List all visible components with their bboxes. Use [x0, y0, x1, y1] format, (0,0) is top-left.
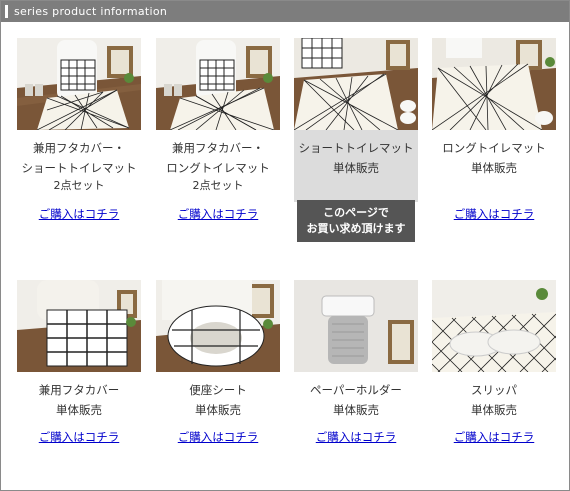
product-info: 兼用フタカバー・ ロングトイレマット 2点セット [156, 130, 280, 202]
long-toilet-mat-photo[interactable] [432, 38, 556, 130]
product-subtitle: 単体販売 [471, 161, 517, 175]
product-name: 兼用フタカバー・ [172, 141, 264, 155]
badge-line-2: お買い求め頂けます [306, 222, 406, 235]
available-on-this-page-badge: このページで お買い求め頂けます [297, 200, 415, 242]
product-subtitle: 単体販売 [333, 403, 379, 417]
purchase-link[interactable]: ご購入はコチラ [156, 429, 280, 445]
product-subtitle: ロングトイレマット [166, 161, 270, 175]
purchase-link[interactable]: ご購入はコチラ [156, 206, 280, 222]
toilet-lid-cover-short-mat-photo[interactable] [17, 38, 141, 130]
purchase-link[interactable]: ご購入はコチラ [294, 429, 418, 445]
product-info: ショートトイレマット 単体販売 [294, 130, 418, 202]
product-set-label: 2点セット [192, 179, 244, 192]
product-name: 兼用フタカバー・ [33, 141, 125, 155]
product-name: 兼用フタカバー [38, 383, 120, 397]
badge-line-1: このページで [323, 206, 389, 219]
slippers-photo[interactable] [432, 280, 556, 372]
purchase-link[interactable]: ご購入はコチラ [432, 429, 556, 445]
series-panel: series product information 兼用フタカバー・ ショート… [0, 0, 570, 491]
product-name: ペーパーホルダー [310, 383, 402, 397]
product-subtitle: 単体販売 [333, 161, 379, 175]
product-subtitle: 単体販売 [471, 403, 517, 417]
product-subtitle: ショートトイレマット [21, 161, 137, 175]
toilet-lid-cover-long-mat-photo[interactable] [156, 38, 280, 130]
product-info: ロングトイレマット 単体販売 [432, 130, 556, 202]
product-info: 兼用フタカバー・ ショートトイレマット 2点セット [17, 130, 141, 202]
purchase-link[interactable]: ご購入はコチラ [17, 429, 141, 445]
product-subtitle: 単体販売 [56, 403, 102, 417]
product-name: 便座シート [189, 383, 247, 397]
header-bar-icon [5, 5, 8, 18]
purchase-link[interactable]: ご購入はコチラ [17, 206, 141, 222]
lid-cover-photo[interactable] [17, 280, 141, 372]
toilet-seat-cover-photo[interactable] [156, 280, 280, 372]
product-name: ロングトイレマット [442, 141, 546, 155]
product-set-label: 2点セット [53, 179, 105, 192]
product-name: スリッパ [471, 383, 517, 397]
product-name: ショートトイレマット [298, 141, 414, 155]
product-subtitle: 単体販売 [195, 403, 241, 417]
purchase-link[interactable]: ご購入はコチラ [432, 206, 556, 222]
short-toilet-mat-photo[interactable] [294, 38, 418, 130]
paper-holder-cover-photo[interactable] [294, 280, 418, 372]
section-title: series product information [14, 5, 168, 18]
section-header: series product information [1, 1, 569, 22]
